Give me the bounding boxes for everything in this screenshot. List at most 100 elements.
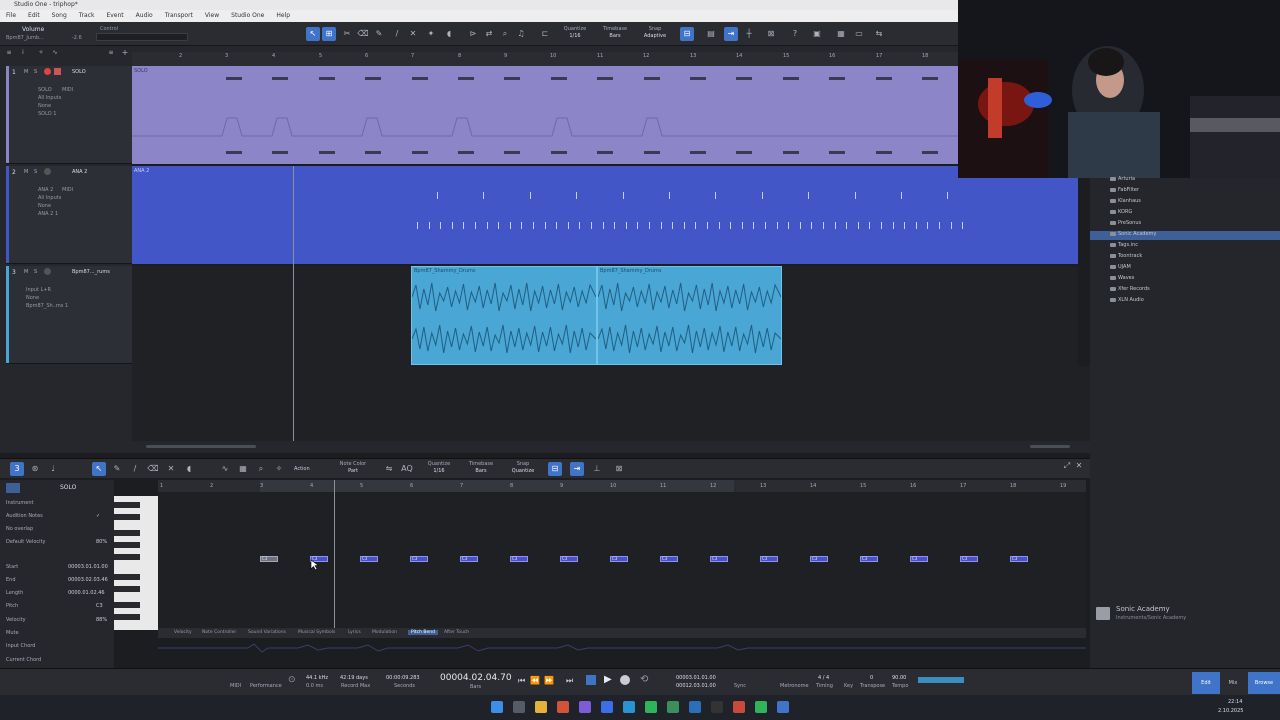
editor-timebase-control[interactable]: Timebase Bars [464,461,498,475]
track-instrument-channel[interactable]: SOLO 1 [38,111,56,117]
midi-note[interactable] [922,77,938,80]
inspector-toggle-icon[interactable]: i [18,48,28,58]
midi-note[interactable] [683,222,685,229]
transpose-value[interactable]: 0 [870,675,873,681]
inspector-value[interactable]: C3 [96,603,103,609]
browser-folder-item[interactable]: XLN Audio [1110,297,1144,303]
menu-event[interactable]: Event [106,12,123,19]
midi-note[interactable] [761,192,763,199]
midi-note[interactable] [834,222,836,229]
track-instrument[interactable]: ANA 2 [38,187,53,193]
note-event[interactable]: C3 [760,556,778,562]
inspector-value[interactable]: 0000.01.02.46 [68,590,105,596]
editor-length-icon[interactable]: ⇋ [382,462,396,476]
editor-close-icon[interactable]: ✕ [1072,459,1086,473]
obs-icon[interactable] [711,701,723,713]
track-midi-channel[interactable]: MIDI [62,187,73,193]
note-event[interactable]: C3 [960,556,978,562]
midi-note[interactable] [576,192,578,199]
xbox-icon[interactable] [667,701,679,713]
draw-tool-icon[interactable]: / [390,27,404,41]
midi-note[interactable] [614,222,616,229]
loop-icon[interactable]: ⟲ [640,674,648,685]
editor-mute-icon[interactable]: ✕ [164,462,178,476]
midi-note[interactable] [927,222,929,229]
app-icon[interactable] [601,701,613,713]
note-event[interactable]: C3 [810,556,828,562]
track-header-solo[interactable]: 1 M S SOLO SOLO MIDI All Inputs None SOL… [6,66,132,164]
midi-note[interactable] [799,222,801,229]
inspector-value[interactable]: 88% [96,617,107,623]
midi-note[interactable] [690,151,706,154]
midi-note[interactable] [498,222,500,229]
play-icon[interactable]: ▶ [604,674,612,685]
midi-note[interactable] [529,192,531,199]
automation-tab[interactable]: Modulation [372,630,397,635]
midi-note[interactable] [643,151,660,154]
midi-note[interactable] [504,151,521,154]
audio-clip[interactable]: Bpm87_Shammy_Drums [411,266,597,365]
track-output[interactable]: None [38,203,51,209]
browser-folder-item[interactable]: Xfer Records [1110,286,1150,292]
track-name[interactable]: SOLO [72,69,86,75]
arrow-tool-icon[interactable]: ↖ [306,27,320,41]
midi-note[interactable] [458,77,474,80]
listen-tool-icon[interactable]: ◖ [442,27,456,41]
note-event[interactable]: C3 [460,556,478,562]
midi-note[interactable] [915,222,917,229]
time-signature[interactable]: 4 / 4 [818,675,829,681]
midi-note[interactable] [272,77,289,80]
mix-view-button[interactable]: Mix [1222,672,1244,694]
view-dropdown-icon[interactable]: ▭ [852,27,866,41]
editor-snap-toggle-icon[interactable]: ⊟ [548,462,562,476]
midi-note[interactable] [875,77,892,80]
midi-note[interactable] [869,222,871,229]
tempo-value[interactable]: 90.00 [892,675,906,681]
track-channel[interactable]: Bpm87_Sh..ms 1 [26,303,68,309]
midi-note[interactable] [428,222,430,229]
midi-note[interactable] [782,77,799,80]
note-event[interactable]: C3 [660,556,678,562]
midi-note[interactable] [904,222,906,229]
layers-icon[interactable]: ▤ [704,27,718,41]
black-key[interactable] [114,502,140,508]
start-menu-icon[interactable] [491,701,503,713]
editor-pencil-icon[interactable]: ✎ [110,462,124,476]
midi-note[interactable] [550,151,567,154]
midi-note[interactable] [504,77,521,80]
edit-view-button[interactable]: Edit [1192,672,1220,694]
midi-note[interactable] [669,192,670,199]
midi-note[interactable] [690,77,706,80]
note-event[interactable]: C3 [560,556,578,562]
midi-note[interactable] [736,77,753,80]
midi-note[interactable] [437,192,438,199]
inspector-value[interactable]: 80% [96,539,107,545]
midi-note[interactable] [875,151,892,154]
snap-toggle-icon[interactable]: ⊟ [680,27,694,41]
midi-note[interactable] [922,151,938,154]
editor-marker-icon[interactable]: ⊥ [590,462,604,476]
editor-line-icon[interactable]: / [128,462,142,476]
audio-clip[interactable]: Bpm87_Shammy_Drums [597,266,782,365]
browser-folder-item[interactable]: KORG [1110,209,1132,215]
midi-note[interactable] [695,222,697,229]
range-tool-icon[interactable]: ⊞ [322,27,336,41]
menu-transport[interactable]: Transport [165,12,193,19]
editor-arrow-tool-icon[interactable]: ↖ [92,462,106,476]
browser-folder-item[interactable]: Klanhaus [1110,198,1141,204]
inspector-value[interactable]: 00003.02.03.46 [68,577,108,583]
midi-note[interactable] [901,192,902,199]
paint-tool-icon[interactable]: ✎ [372,27,386,41]
fast-forward-icon[interactable]: ⏩ [544,676,554,685]
sync-label[interactable]: Sync [734,683,746,689]
black-key[interactable] [114,514,140,520]
midi-note[interactable] [625,222,627,229]
track-output[interactable]: None [26,295,39,301]
menu-audio[interactable]: Audio [136,12,153,19]
midi-note[interactable] [544,222,546,229]
track-header-drums[interactable]: 3 M S Bpm87..._rums Input L+R None Bpm87… [6,266,132,364]
mute-button[interactable]: M [24,169,28,175]
record-arm-button[interactable] [44,68,51,75]
midi-note[interactable] [643,77,660,80]
discord-icon[interactable] [579,701,591,713]
